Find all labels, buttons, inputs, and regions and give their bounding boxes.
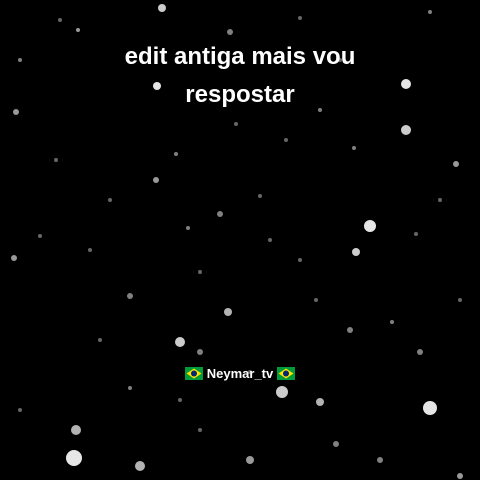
snowflake <box>438 198 442 202</box>
snowflake <box>234 122 238 126</box>
snowflake <box>453 161 459 167</box>
snowflake <box>298 258 302 262</box>
snowflake <box>457 473 463 479</box>
snowflake <box>71 425 81 435</box>
snowflake <box>390 320 394 324</box>
snowflake <box>284 138 288 142</box>
snowflake <box>347 327 353 333</box>
watermark: Neymar_tv <box>0 366 480 381</box>
snowflake <box>18 408 22 412</box>
snowflake <box>417 349 423 355</box>
snowflake <box>401 125 411 135</box>
snowflake <box>128 386 132 390</box>
snowflake <box>198 270 202 274</box>
snowflake <box>153 177 159 183</box>
snowflake <box>298 16 302 20</box>
snowflake <box>352 248 360 256</box>
snowflake <box>98 338 102 342</box>
snowflake <box>175 337 185 347</box>
caption-line-2: respostar <box>185 81 295 108</box>
snowflake <box>227 29 233 35</box>
snowflake <box>158 4 166 12</box>
snowflake <box>135 461 145 471</box>
snowflake <box>316 398 324 406</box>
caption-line-1: edit antiga mais vou <box>124 43 356 70</box>
snowflake <box>268 238 272 242</box>
snowflake <box>127 293 133 299</box>
snowflake <box>352 146 356 150</box>
brazil-flag-icon <box>277 367 296 380</box>
snowflake <box>414 232 418 236</box>
video-frame[interactable]: edit antiga mais vou respostar Neymar_tv <box>0 0 480 480</box>
watermark-username: Neymar_tv <box>206 366 274 381</box>
snowflake <box>76 28 80 32</box>
snowflake <box>333 441 339 447</box>
snowflake <box>54 158 58 162</box>
snowflake <box>377 457 383 463</box>
snowflake <box>186 226 190 230</box>
snowflake <box>217 211 223 217</box>
snowflake <box>197 349 203 355</box>
snowflake <box>58 18 62 22</box>
snowflake <box>88 248 92 252</box>
brazil-flag-icon <box>184 367 203 380</box>
snowflake <box>66 450 82 466</box>
snowflake <box>423 401 437 415</box>
snowflake <box>364 220 376 232</box>
snowflake <box>224 308 232 316</box>
snowflake <box>174 152 178 156</box>
snowflake <box>276 386 288 398</box>
snowflake <box>11 255 17 261</box>
snowflake <box>428 10 432 14</box>
snowflake <box>178 398 182 402</box>
snowflake <box>246 456 254 464</box>
snowflake <box>198 428 202 432</box>
snowflake <box>38 234 42 238</box>
snowflake <box>108 198 112 202</box>
snowflake <box>458 298 462 302</box>
snowflake <box>314 298 318 302</box>
video-caption: edit antiga mais vou respostar <box>0 38 480 114</box>
snowflake <box>258 194 262 198</box>
